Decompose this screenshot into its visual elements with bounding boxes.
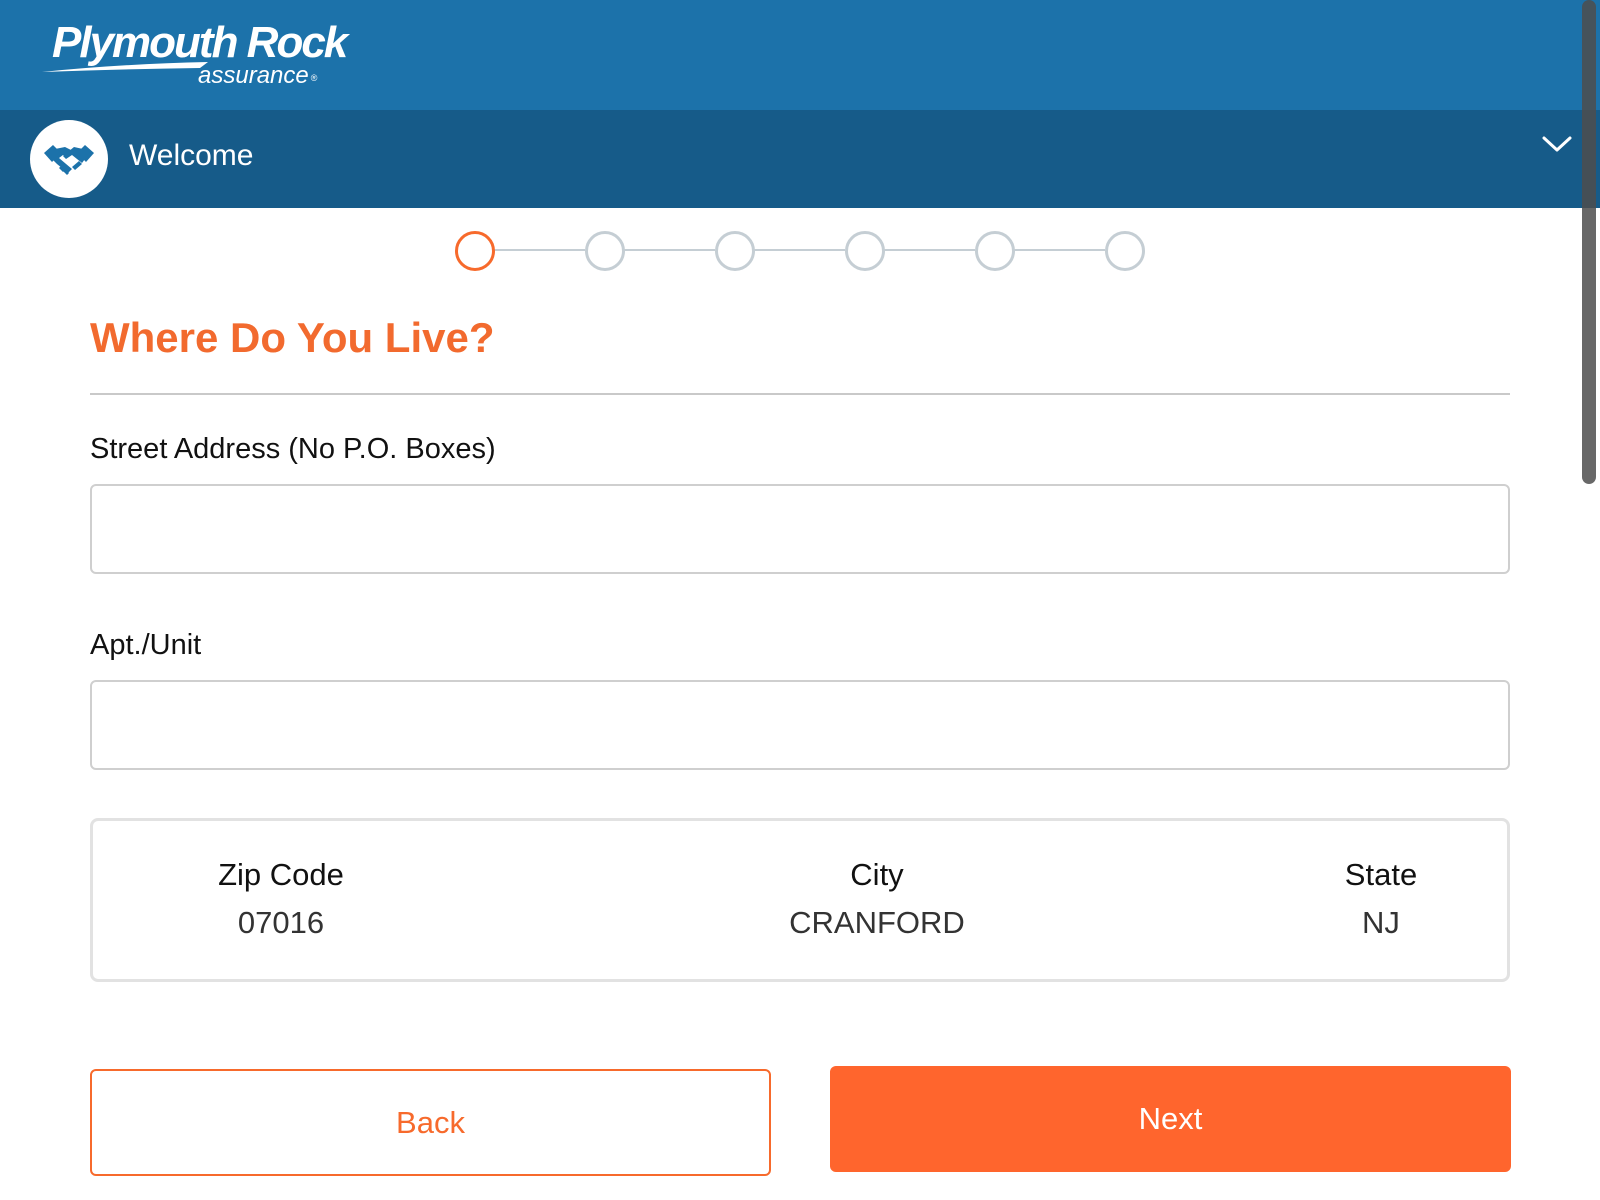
- state-label: State: [1344, 857, 1418, 892]
- state-group: State NJ: [1321, 857, 1441, 941]
- plymouth-rock-logo[interactable]: Plymouth Rock assurance ®: [40, 18, 348, 92]
- city-group: City CRANFORD: [767, 857, 987, 941]
- progress-stepper: [455, 229, 1145, 271]
- brand-header: Plymouth Rock assurance ®: [0, 0, 1600, 110]
- apt-unit-label: Apt./Unit: [90, 629, 202, 661]
- street-address-input[interactable]: [90, 484, 1510, 574]
- section-title: Welcome: [129, 139, 254, 172]
- next-button[interactable]: Next: [830, 1066, 1511, 1172]
- logo-swoosh-icon: [42, 62, 208, 72]
- page-title: Where Do You Live?: [90, 314, 495, 361]
- chevron-down-icon[interactable]: [1540, 128, 1574, 162]
- city-value: CRANFORD: [789, 905, 965, 940]
- step-4-indicator: [845, 231, 885, 271]
- step-connector: [753, 249, 845, 251]
- zip-code-label: Zip Code: [218, 857, 344, 892]
- quote-page: Plymouth Rock assurance ® Welcome Where …: [0, 0, 1600, 1200]
- scrollbar-thumb[interactable]: [1582, 0, 1596, 484]
- handshake-icon: [30, 120, 108, 198]
- step-connector: [493, 249, 585, 251]
- apt-unit-input[interactable]: [90, 680, 1510, 770]
- step-connector: [883, 249, 975, 251]
- step-connector: [623, 249, 715, 251]
- state-value: NJ: [1362, 905, 1400, 940]
- step-1-indicator: [455, 231, 495, 271]
- step-2-indicator: [585, 231, 625, 271]
- zip-code-group: Zip Code 07016: [191, 857, 371, 941]
- location-summary: Zip Code 07016 City CRANFORD State NJ: [90, 818, 1510, 982]
- section-header[interactable]: Welcome: [0, 110, 1600, 208]
- city-label: City: [850, 857, 904, 892]
- step-5-indicator: [975, 231, 1015, 271]
- step-6-indicator: [1105, 231, 1145, 271]
- divider: [90, 393, 1510, 395]
- zip-code-value: 07016: [237, 905, 325, 940]
- step-connector: [1013, 249, 1105, 251]
- back-button[interactable]: Back: [90, 1069, 771, 1176]
- step-3-indicator: [715, 231, 755, 271]
- logo-tagline: assurance ®: [198, 62, 318, 89]
- street-address-label: Street Address (No P.O. Boxes): [90, 433, 496, 465]
